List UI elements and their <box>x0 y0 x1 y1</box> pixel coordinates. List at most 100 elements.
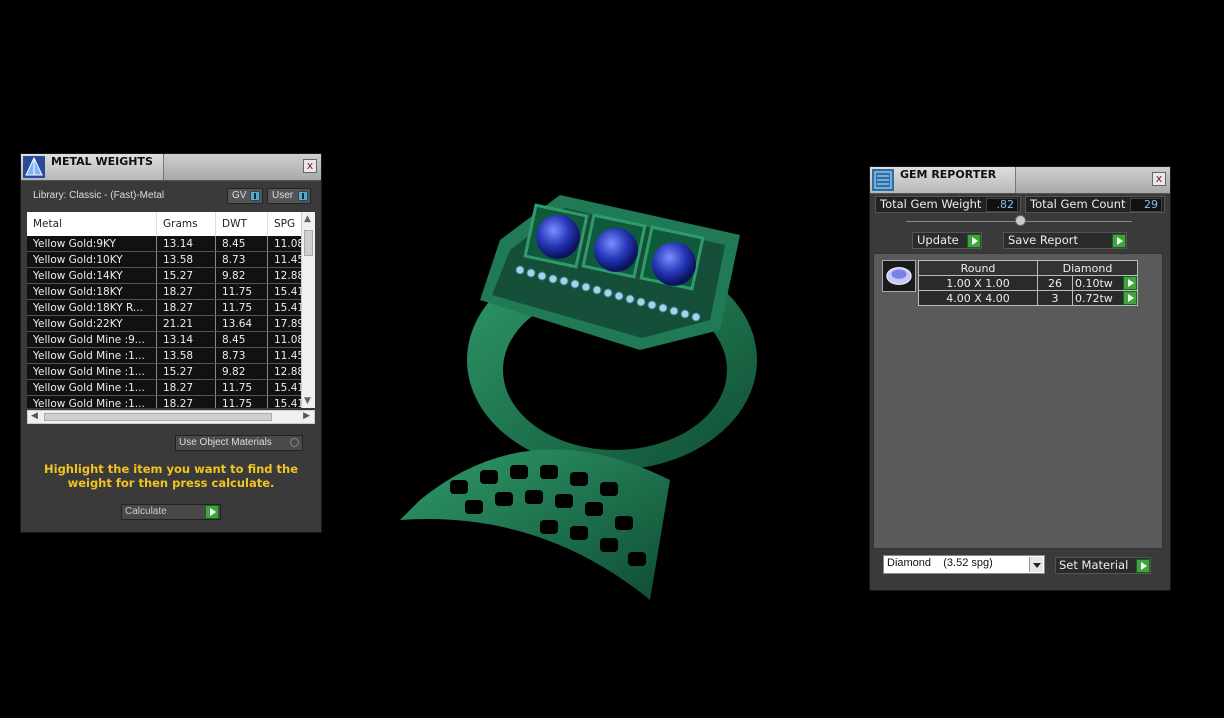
table-row[interactable]: Yellow Gold Mine :1... 18.27 11.75 15.41 <box>27 395 315 408</box>
radio-icon <box>290 438 299 447</box>
metal-name: Yellow Gold:18KY R... <box>27 299 157 316</box>
save-report-button[interactable]: Save Report <box>1003 232 1127 249</box>
table-row[interactable]: Yellow Gold:22KY 21.21 13.64 17.89 <box>27 315 315 332</box>
metal-weights-titlebar[interactable]: METAL WEIGHTS x <box>21 154 321 181</box>
table-row[interactable]: 1.00 X 1.00 26 0.10tw <box>918 275 1138 291</box>
play-icon <box>1112 234 1126 248</box>
play-icon[interactable] <box>1123 276 1137 290</box>
table-row[interactable]: Yellow Gold:18KY R... 18.27 11.75 15.41 <box>27 299 315 316</box>
play-icon <box>1136 559 1150 573</box>
close-icon[interactable]: x <box>303 159 317 173</box>
use-object-materials-toggle[interactable]: Use Object Materials <box>175 435 303 451</box>
close-icon[interactable]: x <box>1152 172 1166 186</box>
metal-name: Yellow Gold:22KY <box>27 315 157 332</box>
table-row[interactable]: Yellow Gold Mine :1... 15.27 9.82 12.88 <box>27 363 315 380</box>
play-icon <box>205 505 219 519</box>
metal-weights-icon <box>23 156 45 178</box>
dwt-value: 11.75 <box>215 283 268 300</box>
set-material-label: Set Material <box>1059 558 1129 572</box>
grams-value: 13.14 <box>156 331 216 348</box>
gem-stone <box>594 228 638 272</box>
set-material-button[interactable]: Set Material <box>1055 557 1151 574</box>
gem-reporter-icon <box>872 169 894 191</box>
scroll-thumb[interactable] <box>304 230 313 256</box>
grams-value: 18.27 <box>156 283 216 300</box>
grams-value: 18.27 <box>156 379 216 396</box>
gem-stone <box>652 242 696 286</box>
table-row[interactable]: Yellow Gold Mine :1... 13.58 8.73 11.45 <box>27 347 315 364</box>
gem-count: 26 <box>1037 275 1073 291</box>
total-gem-weight-label: Total Gem Weight <box>880 197 982 211</box>
metal-name: Yellow Gold:18KY <box>27 283 157 300</box>
gem-reporter-titlebar[interactable]: GEM REPORTER x <box>870 167 1170 194</box>
scroll-thumb[interactable] <box>44 413 272 421</box>
gem-weight-cell: 0.10tw <box>1072 275 1138 291</box>
play-icon[interactable] <box>1123 291 1137 305</box>
dwt-value: 8.45 <box>215 331 268 348</box>
horizontal-scrollbar[interactable]: ◀ ▶ <box>27 410 315 424</box>
gem-reporter-title: GEM REPORTER <box>900 168 997 181</box>
material-select[interactable]: Diamond (3.52 spg) <box>883 555 1045 574</box>
table-row[interactable]: Yellow Gold Mine :1... 18.27 11.75 15.41 <box>27 379 315 396</box>
total-gem-count-label: Total Gem Count <box>1030 197 1126 211</box>
calculate-label: Calculate <box>125 506 167 517</box>
metal-name: Yellow Gold Mine :1... <box>27 379 157 396</box>
calculate-button[interactable]: Calculate <box>121 504 221 520</box>
table-row[interactable]: Yellow Gold Mine :9... 13.14 8.45 11.08 <box>27 331 315 348</box>
scroll-right-icon[interactable]: ▶ <box>303 411 310 421</box>
dwt-value: 11.75 <box>215 395 268 408</box>
metal-table-body: Yellow Gold:9KY 13.14 8.45 11.08 Yellow Gold… <box>27 236 315 408</box>
dwt-value: 8.73 <box>215 251 268 268</box>
metal-weights-panel: METAL WEIGHTS x Library: Classic - (Fast… <box>20 153 322 533</box>
gem-count: 3 <box>1037 290 1073 306</box>
table-row[interactable]: Yellow Gold:10KY 13.58 8.73 11.45 <box>27 251 315 268</box>
metal-name: Yellow Gold:10KY <box>27 251 157 268</box>
metal-name: Yellow Gold Mine :1... <box>27 363 157 380</box>
gv-toggle[interactable]: GV <box>227 188 263 204</box>
metal-table[interactable]: Metal Grams DWT SPG Yellow Gold:9KY 13.14… <box>27 212 315 408</box>
gem-size: 1.00 X 1.00 <box>918 275 1038 291</box>
table-row[interactable]: 4.00 X 4.00 3 0.72tw <box>918 290 1138 306</box>
upper-ring <box>467 195 757 470</box>
table-row[interactable]: Yellow Gold:18KY 18.27 11.75 15.41 <box>27 283 315 300</box>
gem-reporter-tab: GEM REPORTER <box>870 167 1016 193</box>
grams-value: 13.58 <box>156 251 216 268</box>
dwt-value: 9.82 <box>215 363 268 380</box>
toggle-icon <box>250 191 260 201</box>
gem-list: Round Diamond 1.00 X 1.00 26 0.10tw 4.00… <box>873 253 1163 549</box>
play-icon <box>967 234 981 248</box>
update-label: Update <box>917 233 959 247</box>
slider-knob[interactable] <box>1015 215 1026 226</box>
dwt-value: 13.64 <box>215 315 268 332</box>
dwt-value: 11.75 <box>215 299 268 316</box>
user-toggle[interactable]: User <box>267 188 311 204</box>
instruction-text: Highlight the item you want to find the … <box>44 462 298 490</box>
col-header-round: Round <box>918 260 1038 276</box>
col-header-dwt[interactable]: DWT <box>215 212 268 236</box>
grams-value: 15.27 <box>156 267 216 284</box>
table-row[interactable]: Yellow Gold:9KY 13.14 8.45 11.08 <box>27 236 315 252</box>
table-row[interactable]: Yellow Gold:14KY 15.27 9.82 12.88 <box>27 267 315 284</box>
scroll-up-icon[interactable]: ▲ <box>304 214 311 224</box>
grams-value: 13.14 <box>156 236 216 252</box>
grams-value: 21.21 <box>156 315 216 332</box>
gem-size: 4.00 X 4.00 <box>918 290 1038 306</box>
col-header-grams[interactable]: Grams <box>156 212 216 236</box>
chevron-down-icon[interactable] <box>1029 557 1043 572</box>
col-header-metal[interactable]: Metal <box>27 212 157 236</box>
dwt-value: 8.45 <box>215 236 268 252</box>
metal-name: Yellow Gold Mine :9... <box>27 331 157 348</box>
diamond-gem-icon[interactable] <box>882 260 916 292</box>
use-object-materials-label: Use Object Materials <box>179 437 272 448</box>
metal-weights-tab: METAL WEIGHTS <box>21 154 164 180</box>
gem-reporter-panel: GEM REPORTER x Total Gem Weight .82 Tota… <box>869 166 1171 591</box>
material-value: Diamond (3.52 spg) <box>887 557 993 569</box>
ring-3d-viewport[interactable] <box>380 180 810 620</box>
scroll-down-icon[interactable]: ▼ <box>304 396 311 406</box>
col-header-diamond: Diamond <box>1037 260 1138 276</box>
scroll-left-icon[interactable]: ◀ <box>31 411 38 421</box>
update-button[interactable]: Update <box>912 232 982 249</box>
report-slider[interactable] <box>906 215 1132 226</box>
total-gem-count-value: 29 <box>1130 198 1162 212</box>
vertical-scrollbar[interactable]: ▲ ▼ <box>301 212 315 408</box>
